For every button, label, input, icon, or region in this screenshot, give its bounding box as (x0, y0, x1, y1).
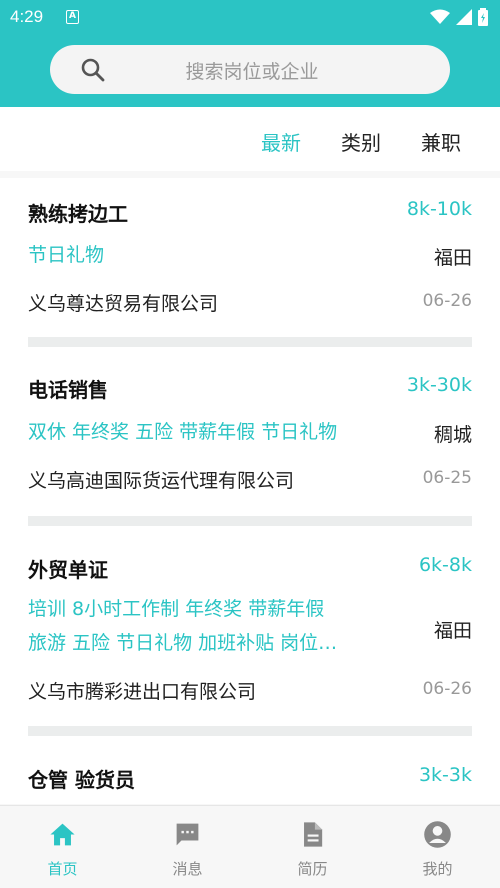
search-input[interactable]: 搜索岗位或企业 (50, 45, 450, 94)
job-title: 仓管 验货员 (28, 768, 135, 792)
filter-bar: 最新 类别 兼职 (0, 107, 500, 171)
resume-icon (304, 822, 323, 847)
search-header: 搜索岗位或企业 (0, 34, 500, 107)
job-salary: 8k-10k (406, 198, 472, 220)
tab-latest[interactable]: 最新 (261, 127, 301, 156)
job-tags-line1: 培训 8小时工作制 年终奖 带薪年假 (28, 598, 325, 620)
job-company: 义乌市腾彩进出口有限公司 (28, 681, 257, 703)
nav-profile[interactable]: 我的 (375, 806, 500, 888)
nav-label: 简历 (297, 860, 328, 878)
job-location: 稠城 (433, 424, 472, 446)
job-company: 义乌尊达贸易有限公司 (28, 293, 219, 315)
job-date: 06-26 (422, 291, 472, 311)
signal-icon (456, 9, 472, 25)
nav-resume[interactable]: 简历 (250, 806, 375, 888)
nav-label: 我的 (422, 860, 453, 878)
job-title: 外贸单证 (28, 558, 108, 582)
status-bar: 4:29 A (0, 0, 500, 34)
bottom-nav: 首页 消息 简历 我的 (0, 805, 500, 888)
nav-label: 首页 (47, 860, 78, 878)
job-salary: 3k-30k (406, 374, 472, 396)
job-date: 06-26 (422, 679, 472, 699)
job-card[interactable]: 仓管 验货员 3k-3k (0, 744, 500, 804)
job-tags-line2: 旅游 五险 节日礼物 加班补贴 岗位… (28, 632, 338, 654)
tab-part-time[interactable]: 兼职 (421, 127, 461, 156)
tab-category[interactable]: 类别 (341, 127, 381, 156)
notification-icon: A (66, 10, 79, 24)
status-time: 4:29 (10, 7, 44, 26)
job-card[interactable]: 外贸单证 6k-8k 培训 8小时工作制 年终奖 带薪年假 旅游 五险 节日礼物… (0, 534, 500, 744)
status-icons (430, 8, 488, 26)
card-divider (28, 516, 472, 526)
home-icon (50, 823, 75, 846)
job-location: 福田 (433, 247, 472, 269)
battery-icon (478, 8, 488, 26)
job-date: 06-25 (422, 468, 472, 488)
card-divider (28, 726, 472, 736)
job-title: 电话销售 (28, 378, 108, 402)
nav-label: 消息 (172, 860, 203, 878)
job-salary: 6k-8k (418, 554, 472, 576)
card-divider (28, 337, 472, 347)
job-tags: 双休 年终奖 五险 带薪年假 节日礼物 (28, 421, 338, 443)
nav-messages[interactable]: 消息 (125, 806, 250, 888)
profile-icon (424, 821, 451, 848)
job-tags: 节日礼物 (28, 244, 105, 266)
job-location: 福田 (433, 620, 472, 642)
job-card[interactable]: 熟练拷边工 8k-10k 节日礼物 福田 义乌尊达贸易有限公司 06-26 (0, 178, 500, 350)
message-icon (176, 823, 199, 846)
job-salary: 3k-3k (418, 764, 472, 786)
job-card[interactable]: 电话销售 3k-30k 双休 年终奖 五险 带薪年假 节日礼物 稠城 义乌高迪国… (0, 356, 500, 528)
nav-home[interactable]: 首页 (0, 806, 125, 888)
job-company: 义乌高迪国际货运代理有限公司 (28, 470, 295, 492)
job-list: 熟练拷边工 8k-10k 节日礼物 福田 义乌尊达贸易有限公司 06-26 电话… (0, 178, 500, 804)
search-placeholder: 搜索岗位或企业 (185, 61, 319, 83)
job-title: 熟练拷边工 (28, 202, 128, 226)
wifi-icon (430, 9, 450, 24)
